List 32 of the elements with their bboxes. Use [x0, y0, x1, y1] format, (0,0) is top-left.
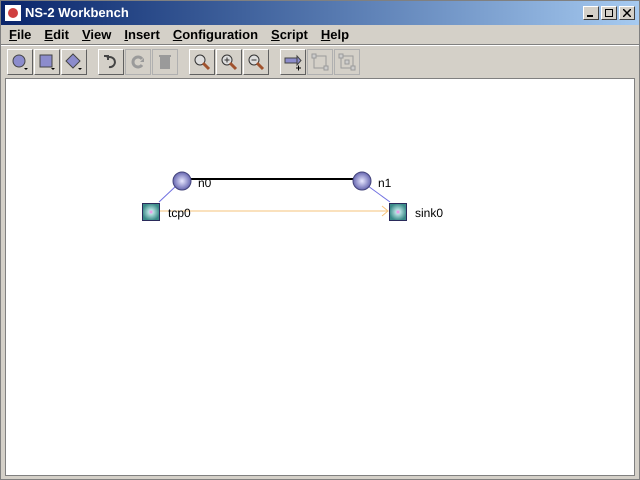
maximize-icon [605, 9, 613, 17]
window-title: NS-2 Workbench [25, 4, 129, 22]
app-icon [5, 5, 21, 21]
menu-item[interactable]: File [9, 24, 32, 44]
minimize-button[interactable] [583, 6, 599, 20]
circle-icon [10, 52, 30, 72]
close-icon [623, 9, 631, 17]
menu-item[interactable]: Configuration [172, 24, 258, 44]
agent-square-icon[interactable] [142, 203, 160, 221]
square-icon [37, 52, 57, 72]
agent-square-icon[interactable] [389, 203, 407, 221]
node-circle-icon[interactable] [352, 171, 372, 191]
menu-item[interactable]: Script [271, 24, 308, 44]
node-label: tcp0 [168, 205, 191, 222]
menu-item[interactable]: Edit [44, 24, 69, 44]
link-add-icon [283, 52, 303, 72]
zoom-out-icon [246, 52, 266, 72]
maximize-button[interactable] [601, 6, 617, 20]
attach-line [158, 186, 176, 202]
zoom-in-icon [219, 52, 239, 72]
group-icon [310, 52, 330, 72]
close-button[interactable] [619, 6, 635, 20]
menu-item[interactable]: Insert [124, 24, 160, 44]
node-circle-icon[interactable] [172, 171, 192, 191]
ungroup-icon [337, 52, 357, 72]
search-icon [192, 52, 212, 72]
diamond-icon [64, 52, 84, 72]
node-label: sink0 [415, 205, 444, 222]
node-label: n1 [378, 175, 392, 192]
menu-item[interactable]: View [82, 24, 112, 44]
menu-item[interactable]: Help [320, 24, 350, 44]
attach-line [368, 186, 390, 202]
